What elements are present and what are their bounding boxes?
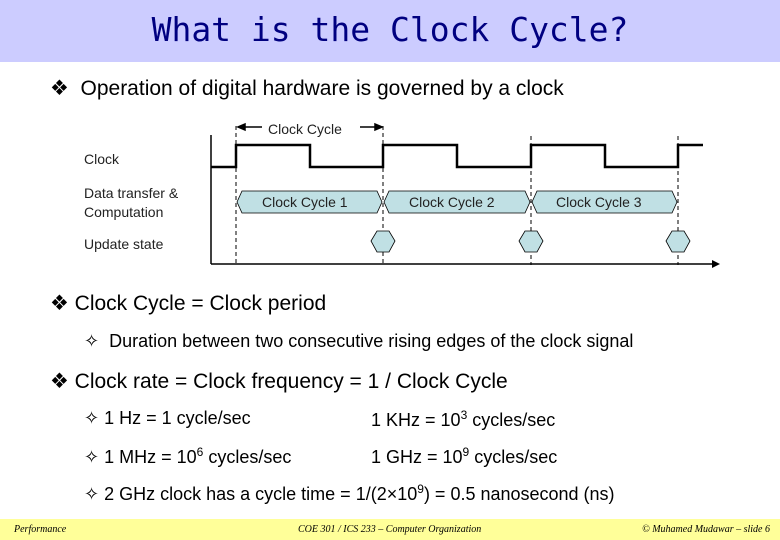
footer-center: COE 301 / ICS 233 – Computer Organizatio… [298, 524, 482, 535]
row-label-data-2: Computation [84, 204, 164, 220]
rate-example-exp: 9 [417, 482, 424, 496]
rate-mhz-text: 1 MHz = 10 [104, 447, 197, 467]
star-bullet-icon: ✧ [84, 331, 100, 351]
rate-khz-text: 1 KHz = 10 [371, 410, 461, 430]
rate-ghz: 1 GHz = 109 cycles/sec [371, 445, 557, 468]
rate-example-text: 2 GHz clock has a cycle time = 1/(2×10 [104, 484, 418, 504]
bullet-2: ❖ Clock Cycle = Clock period [50, 291, 326, 316]
clock-waveform [211, 143, 703, 169]
bullet-3-text: Clock rate = Clock frequency = 1 / Clock… [74, 370, 508, 393]
diamond-bullet-icon: ❖ [50, 370, 69, 393]
row-label-clock: Clock [84, 151, 120, 167]
bullet-2-text: Clock Cycle = Clock period [74, 292, 327, 315]
bullet-3: ❖ Clock rate = Clock frequency = 1 / Clo… [50, 369, 508, 394]
cycle-label-3: Clock Cycle 3 [556, 194, 642, 210]
rate-mhz-unit: cycles/sec [203, 447, 292, 467]
star-bullet-icon: ✧ [84, 447, 100, 467]
rate-khz: 1 KHz = 103 cycles/sec [371, 408, 555, 431]
star-bullet-icon: ✧ [84, 408, 100, 428]
row-label-update: Update state [84, 236, 164, 252]
bullet-2-sub-text: Duration between two consecutive rising … [109, 331, 634, 351]
rate-hz-text: 1 Hz = 1 cycle/sec [104, 408, 251, 428]
footer-left: Performance [14, 524, 67, 535]
rate-example-result: ) = 0.5 nanosecond (ns) [423, 484, 615, 504]
rate-ghz-text: 1 GHz = 10 [371, 447, 463, 467]
update-state-hexagon [518, 230, 544, 253]
cycle-label-1: Clock Cycle 1 [262, 194, 348, 210]
row-label-data-1: Data transfer & [84, 185, 179, 201]
footer-right: © Muhamed Mudawar – slide 6 [642, 524, 770, 535]
update-state-hexagon [665, 230, 691, 253]
rate-hz: ✧ 1 Hz = 1 cycle/sec [84, 408, 251, 429]
bullet-2-sub: ✧ Duration between two consecutive risin… [84, 331, 633, 352]
star-bullet-icon: ✧ [84, 484, 100, 504]
cycle-label-2: Clock Cycle 2 [409, 194, 495, 210]
footer: Performance COE 301 / ICS 233 – Computer… [0, 519, 780, 540]
update-state-hexagon [370, 230, 396, 253]
time-arrow-icon [712, 260, 720, 268]
rate-example: ✧ 2 GHz clock has a cycle time = 1/(2×10… [84, 482, 615, 505]
rate-mhz: ✧ 1 MHz = 106 cycles/sec [84, 445, 291, 468]
rate-ghz-unit: cycles/sec [469, 447, 558, 467]
diamond-bullet-icon: ❖ [50, 292, 69, 315]
rate-khz-unit: cycles/sec [467, 410, 556, 430]
clock-cycle-label: Clock Cycle [268, 121, 342, 137]
